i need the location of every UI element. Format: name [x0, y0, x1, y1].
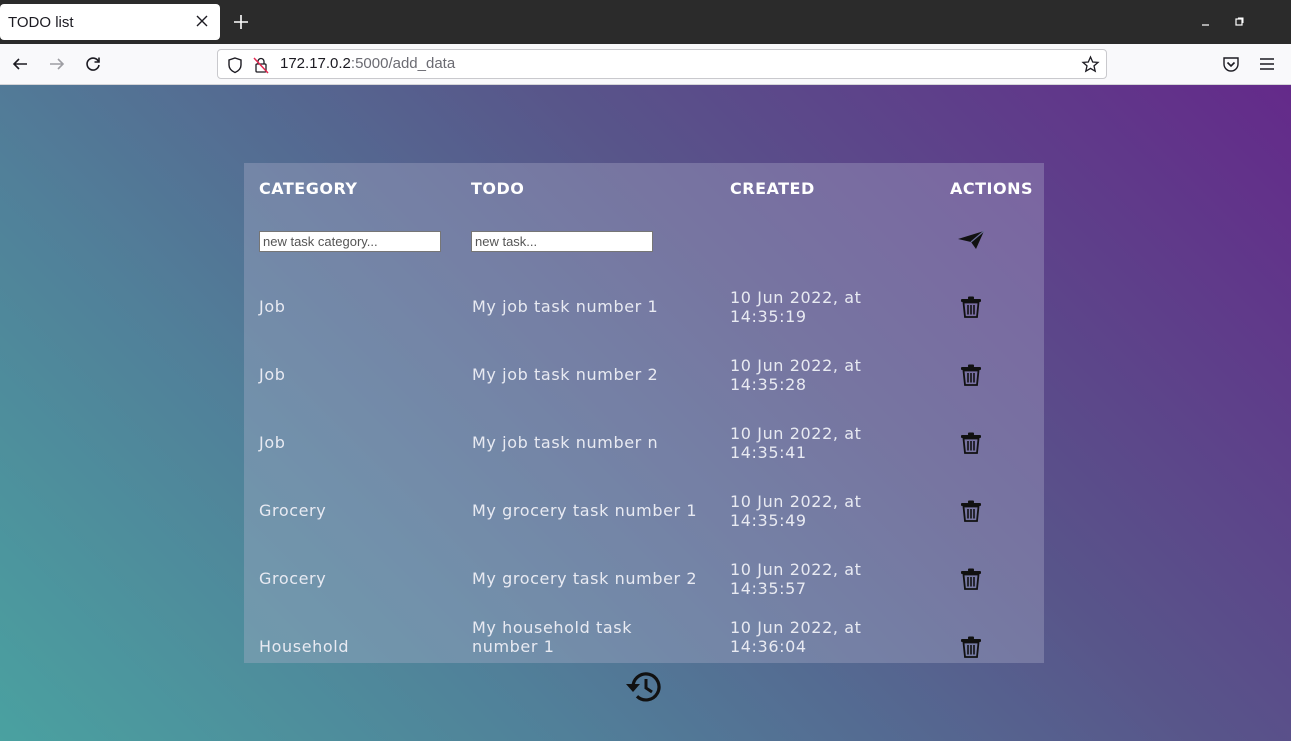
- header-category: CATEGORY: [259, 179, 358, 198]
- row-category: Job: [259, 365, 286, 384]
- forward-arrow-icon[interactable]: [47, 54, 67, 74]
- trash-icon[interactable]: [960, 635, 982, 659]
- row-created: 10 Jun 2022, at 14:35:41: [730, 424, 862, 462]
- row-category: Grocery: [259, 569, 327, 588]
- row-category: Job: [259, 433, 286, 452]
- navigation-bar: 172.17.0.2:5000/add_data: [0, 44, 1291, 85]
- close-icon[interactable]: [192, 10, 212, 32]
- minimize-icon[interactable]: [1196, 12, 1216, 32]
- row-category: Job: [259, 297, 286, 316]
- table-row: Job My job task number 1 10 Jun 2022, at…: [244, 273, 1044, 341]
- trash-icon[interactable]: [960, 295, 982, 319]
- trash-icon[interactable]: [960, 567, 982, 591]
- url-host: 172.17.0.2: [280, 55, 351, 72]
- new-category-input[interactable]: [259, 231, 441, 252]
- history-icon[interactable]: [624, 669, 666, 705]
- browser-tab[interactable]: TODO list: [0, 4, 220, 40]
- table-row: Household My household task number 1 10 …: [244, 613, 1044, 663]
- pocket-icon[interactable]: [1221, 54, 1241, 74]
- page-background: CATEGORY TODO CREATED ACTIONS Job My job…: [0, 85, 1291, 741]
- row-category: Household: [259, 637, 350, 656]
- table-row: Grocery My grocery task number 2 10 Jun …: [244, 545, 1044, 613]
- maximize-icon[interactable]: [1229, 12, 1249, 32]
- url-path: :5000/add_data: [350, 55, 456, 72]
- plus-icon[interactable]: [230, 11, 252, 33]
- row-category: Grocery: [259, 501, 327, 520]
- row-created: 10 Jun 2022, at 14:35:49: [730, 492, 862, 530]
- row-todo: My job task number 2: [472, 365, 659, 384]
- row-created: 10 Jun 2022, at 14:35:19: [730, 288, 862, 326]
- back-arrow-icon[interactable]: [10, 54, 30, 74]
- row-created: 10 Jun 2022, at 14:35:57: [730, 560, 862, 598]
- tab-strip: TODO list: [0, 0, 1291, 44]
- shield-icon[interactable]: [226, 56, 244, 74]
- table-row: Job My job task number 2 10 Jun 2022, at…: [244, 341, 1044, 409]
- header-created: CREATED: [730, 179, 815, 198]
- insecure-lock-icon[interactable]: [252, 56, 270, 74]
- address-bar[interactable]: 172.17.0.2:5000/add_data: [217, 49, 1107, 79]
- hamburger-menu-icon[interactable]: [1257, 54, 1277, 74]
- row-todo: My job task number n: [472, 433, 659, 452]
- row-created: 10 Jun 2022, at 14:36:04: [730, 618, 862, 656]
- header-todo: TODO: [471, 179, 525, 198]
- row-created: 10 Jun 2022, at 14:35:28: [730, 356, 862, 394]
- star-icon[interactable]: [1081, 55, 1100, 74]
- url-text[interactable]: 172.17.0.2:5000/add_data: [280, 55, 455, 72]
- paper-plane-icon[interactable]: [956, 229, 986, 251]
- row-todo: My grocery task number 1: [472, 501, 698, 520]
- tab-title: TODO list: [8, 14, 74, 31]
- row-todo: My job task number 1: [472, 297, 659, 316]
- reload-icon[interactable]: [83, 54, 103, 74]
- trash-icon[interactable]: [960, 431, 982, 455]
- row-todo: My household task number 1: [472, 618, 633, 656]
- row-todo: My grocery task number 2: [472, 569, 698, 588]
- header-actions: ACTIONS: [950, 179, 1034, 198]
- table-row: Job My job task number n 10 Jun 2022, at…: [244, 409, 1044, 477]
- trash-icon[interactable]: [960, 363, 982, 387]
- table-row: Grocery My grocery task number 1 10 Jun …: [244, 477, 1044, 545]
- todo-table: CATEGORY TODO CREATED ACTIONS Job My job…: [244, 163, 1044, 663]
- new-task-input[interactable]: [471, 231, 653, 252]
- trash-icon[interactable]: [960, 499, 982, 523]
